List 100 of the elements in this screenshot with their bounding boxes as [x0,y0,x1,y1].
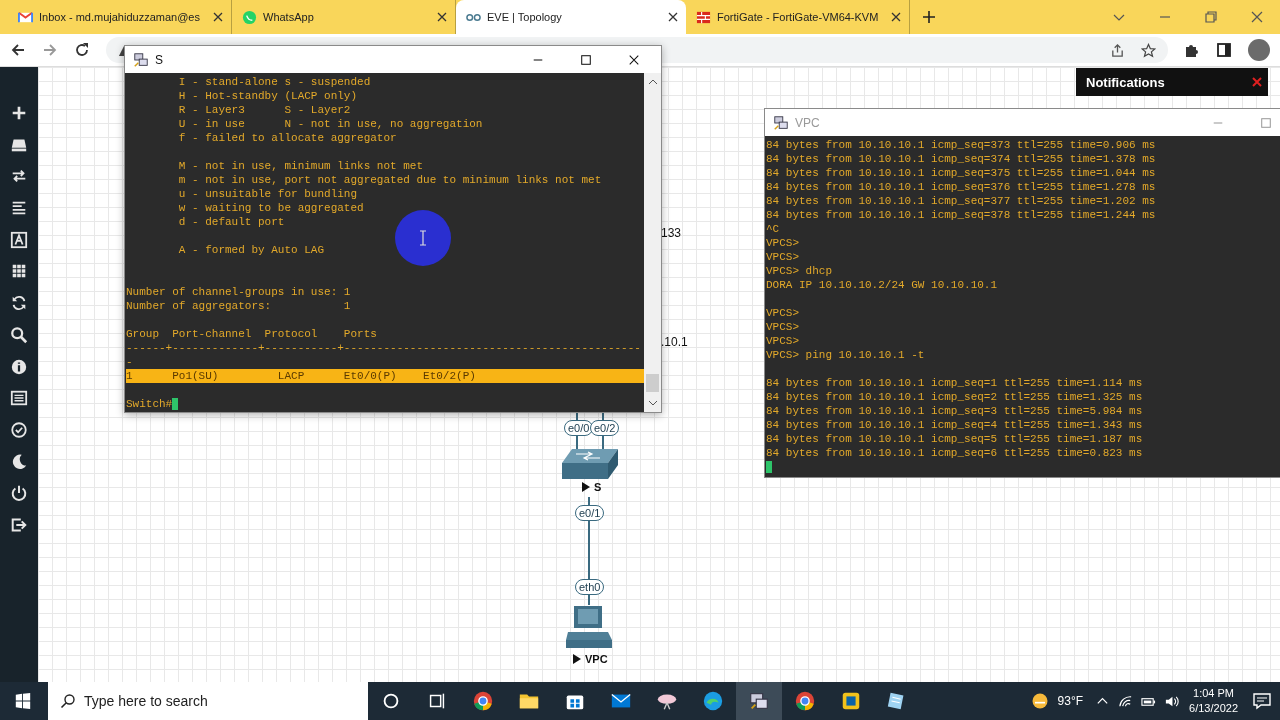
star-icon[interactable] [1141,42,1156,58]
browser-tab[interactable]: Inbox - md.mujahiduzzaman@es [8,0,232,34]
scroll-thumb[interactable] [646,374,659,392]
info-icon[interactable] [10,357,28,376]
terminal-line: u - unsuitable for bundling [177,187,358,201]
terminal-line: Switch# [126,397,173,411]
terminal-line: H - Hot-standby (LACP only) [177,89,358,103]
sidebar-icon[interactable] [1216,42,1232,58]
taskbar-app[interactable] [736,682,782,720]
terminal-line: I - stand-alone s - suspended [177,75,371,89]
switch-icon[interactable] [560,447,620,480]
terminal-line: 84 bytes from 10.10.10.1 icmp_seq=5 ttl=255 time=1.187 ms [766,432,1143,446]
terminal-line: R - Layer3 S - Layer2 [177,103,351,117]
puzzle-icon[interactable] [1184,42,1200,58]
search-field[interactable]: Type here to search [48,682,368,720]
terminal-line: A - formed by Auto LAG [177,243,325,257]
terminal-line: 84 bytes from 10.10.10.1 icmp_seq=6 ttl=255 time=0.823 ms [766,446,1143,460]
close-icon[interactable] [437,12,447,22]
terminal-line: d - default port [177,215,285,229]
terminal-line: Group Port-channel Protocol Ports [126,327,377,341]
node-label: VPC [585,653,608,665]
terminal-line: ------+-------------+-----------+--------------------------------------------- [126,341,641,355]
play-icon[interactable] [582,482,590,492]
window-title: VPC [795,115,820,130]
close-icon[interactable] [668,12,678,22]
play-icon[interactable] [573,654,581,664]
terminal-line: VPCS> [766,306,799,320]
terminal-line: 84 bytes from 10.10.10.1 icmp_seq=3 ttl=255 time=5.984 ms [766,404,1143,418]
terminal-line: 84 bytes from 10.10.10.1 icmp_seq=2 ttl=255 time=1.325 ms [766,390,1143,404]
computer-icon[interactable] [564,604,614,650]
back-icon[interactable] [10,42,26,58]
scroll-down-icon[interactable] [647,399,658,407]
terminal-line: f - failed to allocate aggregator [177,131,397,145]
text-icon[interactable] [10,230,28,249]
terminal-line: 84 bytes from 10.10.10.1 icmp_seq=376 ttl=255 time=1.278 ms [766,180,1156,194]
share-icon[interactable] [1110,42,1125,58]
list-icon[interactable] [10,389,28,408]
terminal-line: M - not in use, minimum links not met [177,159,424,173]
terminal-line: Number of channel-groups in use: 1 [126,285,351,299]
search-icon [60,693,76,709]
terminal-line: VPCS> dhcp [766,264,832,278]
chrome-icon [472,690,494,712]
terminal-line: 84 bytes from 10.10.10.1 icmp_seq=1 ttl=255 time=1.114 ms [766,376,1143,390]
terminal-app-icon [748,690,770,712]
refresh-icon[interactable] [10,294,28,313]
terminal-line: 84 bytes from 10.10.10.1 icmp_seq=374 ttl=255 time=1.378 ms [766,152,1156,166]
text-cursor [172,398,179,410]
mail-icon [18,9,33,25]
terminal-line: VPCS> ping 10.10.10.1 -t [766,348,925,362]
new-tab-icon[interactable] [922,10,936,24]
terminal-line: ^C [766,222,780,236]
terminal-line: - [126,355,133,369]
wifi-icon[interactable] [1118,693,1134,709]
terminal-line: 84 bytes from 10.10.10.1 icmp_seq=375 ttl=255 time=1.044 ms [766,166,1156,180]
terminal-line: VPCS> [766,334,799,348]
edge-icon [702,690,724,712]
terminal-line: U - in use N - not in use, no aggregation [177,117,483,131]
clock-time[interactable]: 1:04 PM [1193,686,1234,701]
zoom-icon[interactable] [10,325,28,344]
check-circle-icon[interactable] [10,420,28,439]
add-icon[interactable] [10,104,28,122]
clock-date[interactable]: 6/13/2022 [1189,701,1238,716]
reload-icon[interactable] [74,42,90,58]
moon-icon[interactable] [10,452,28,471]
node-label: S [594,481,602,493]
port-label[interactable]: e0/2 [590,420,620,436]
node-label: .10.1 [661,335,688,349]
scroll-up-icon[interactable] [647,78,658,86]
close-icon[interactable] [213,12,223,22]
port-label[interactable]: e0/1 [575,505,605,521]
terminal-line: VPCS> [766,250,799,264]
browser-tab[interactable]: EVE | Topology [456,0,686,34]
forward-icon[interactable] [42,42,58,58]
weather-temperature[interactable]: 93°F [1057,694,1084,708]
terminal-line: DORA IP 10.10.10.2/24 GW 10.10.10.1 [766,278,998,292]
restore-icon[interactable] [1204,10,1218,24]
brick-wall-icon [696,9,711,25]
avatar[interactable] [1248,39,1270,61]
maximize-icon[interactable] [580,53,592,66]
browser-tab[interactable]: FortiGate - FortiGate-VM64-KVM [686,0,910,34]
scrollbar[interactable] [644,73,661,412]
terminal-line: VPCS> [766,320,799,334]
text-cursor [766,461,772,473]
port-label[interactable]: eth0 [575,579,605,595]
notification-icon[interactable] [1252,691,1272,711]
terminal-line: 84 bytes from 10.10.10.1 icmp_seq=377 ttl=255 time=1.202 ms [766,194,1156,208]
terminal-line: VPCS> [766,236,799,250]
terminal-app-icon [773,114,789,131]
close-icon[interactable] [628,53,640,66]
square-app-icon [840,690,862,712]
window-title: S [155,52,163,67]
power-icon[interactable] [10,484,28,503]
windows-icon[interactable] [14,692,32,710]
notifications-title: Notifications [1086,74,1165,90]
terminal-line: 84 bytes from 10.10.10.1 icmp_seq=4 ttl=255 time=1.343 ms [766,418,1143,432]
chrome-icon [794,690,816,712]
text-cursor-icon [419,230,427,246]
close-icon[interactable] [891,12,901,22]
terminal-app-icon [133,51,149,68]
volume-icon[interactable] [1164,693,1180,709]
